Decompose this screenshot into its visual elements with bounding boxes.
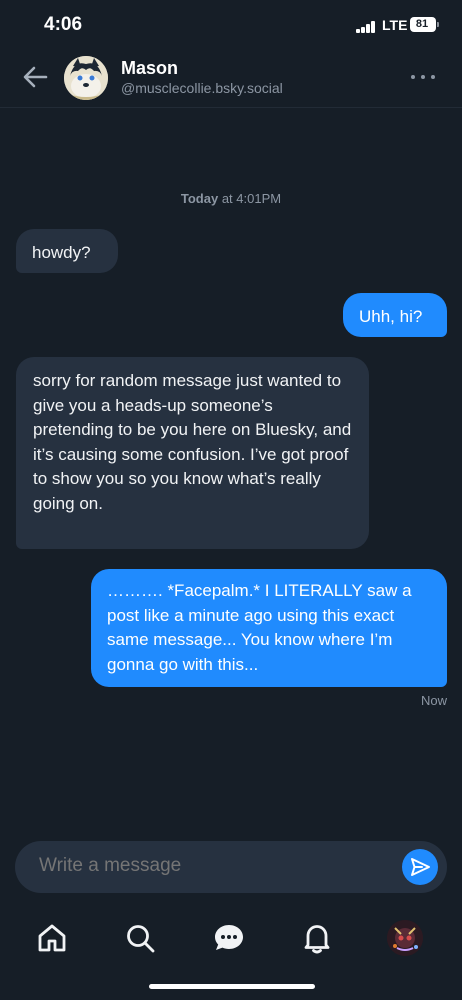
- chat-icon: [215, 925, 243, 950]
- status-time: 4:06: [44, 14, 83, 35]
- dot-icon: [411, 75, 415, 79]
- bottom-tab-bar: [0, 904, 462, 974]
- date-day: Today: [180, 191, 219, 206]
- bell-icon: [304, 925, 330, 954]
- home-icon: [38, 924, 66, 952]
- tab-chat[interactable]: [211, 920, 247, 956]
- peer-name[interactable]: Mason: [121, 58, 178, 79]
- profile-avatar-icon: [387, 920, 423, 956]
- tab-search[interactable]: [122, 920, 158, 956]
- home-indicator: [149, 984, 315, 989]
- battery-level: 81: [415, 18, 429, 30]
- message-timestamp: Now: [420, 693, 447, 708]
- more-options-button[interactable]: [410, 72, 436, 82]
- message-bubble-incoming[interactable]: howdy?: [16, 229, 118, 273]
- avatar[interactable]: [64, 56, 108, 100]
- message-composer: [15, 841, 447, 893]
- tab-home[interactable]: [34, 920, 70, 956]
- message-bubble-incoming[interactable]: sorry for random message just wanted to …: [16, 357, 369, 549]
- dot-icon: [431, 75, 435, 79]
- battery-cap: [437, 22, 439, 27]
- collie-avatar-image: [64, 56, 108, 100]
- network-label: LTE: [382, 17, 408, 33]
- conversation-header: Mason @musclecollie.bsky.social: [0, 52, 462, 108]
- signal-icon: [356, 21, 378, 33]
- tab-profile[interactable]: [387, 920, 423, 956]
- message-bubble-outgoing[interactable]: Uhh, hi?: [343, 293, 447, 337]
- send-button[interactable]: [402, 849, 438, 885]
- date-time: at 4:01PM: [218, 191, 282, 206]
- tab-notifications[interactable]: [299, 920, 335, 956]
- send-icon: [411, 858, 430, 876]
- battery-icon: 81: [410, 17, 439, 32]
- status-bar: 4:06 LTE 81: [0, 0, 462, 52]
- dot-icon: [421, 75, 425, 79]
- back-button[interactable]: [18, 62, 54, 92]
- message-input[interactable]: [39, 855, 379, 877]
- arrow-left-icon: [23, 66, 48, 88]
- search-icon: [127, 925, 155, 953]
- date-separator: Today at 4:01PM: [0, 191, 462, 206]
- peer-handle[interactable]: @musclecollie.bsky.social: [121, 80, 283, 96]
- message-bubble-outgoing[interactable]: ………. *Facepalm.* I LITERALLY saw a post …: [91, 569, 447, 687]
